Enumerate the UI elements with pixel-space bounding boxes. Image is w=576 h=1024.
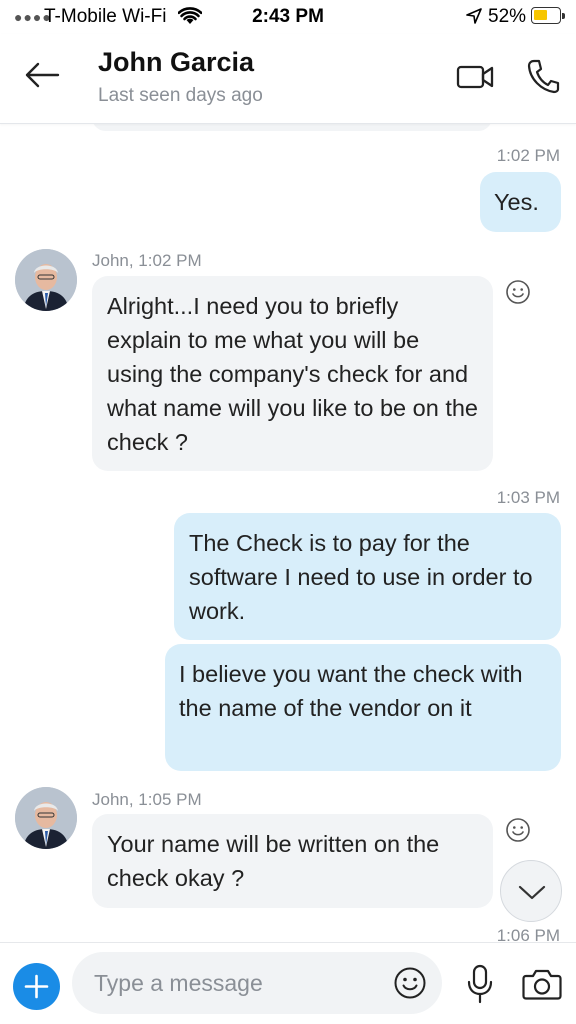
video-call-button[interactable] — [456, 62, 496, 92]
add-reaction-button[interactable] — [505, 279, 531, 305]
camera-button[interactable] — [522, 967, 562, 1001]
audio-call-button[interactable] — [526, 58, 560, 94]
scroll-to-bottom-button[interactable] — [500, 860, 562, 922]
message-timestamp: 1:02 PM — [496, 146, 560, 165]
plus-icon — [24, 974, 49, 999]
camera-icon — [522, 969, 562, 1000]
last-seen-status: Last seen days ago — [98, 85, 263, 106]
battery-icon — [531, 7, 565, 24]
contact-photo-icon — [15, 787, 77, 849]
message-bubble-partial — [92, 124, 492, 131]
message-timestamp: 1:03 PM — [496, 488, 560, 507]
avatar[interactable] — [15, 249, 77, 311]
smiley-icon — [506, 280, 530, 304]
message-input-container[interactable] — [72, 952, 442, 1014]
chat-header: John Garcia Last seen days ago — [0, 34, 576, 124]
message-bubble-outgoing[interactable]: Yes. — [480, 172, 561, 232]
message-composer — [0, 942, 576, 1024]
sender-name-time: John, 1:05 PM — [92, 790, 202, 809]
emoji-button[interactable] — [393, 966, 427, 1000]
back-arrow-icon — [25, 62, 60, 88]
battery-percent: 52% — [488, 6, 527, 27]
contact-name[interactable]: John Garcia — [98, 47, 254, 78]
phone-icon — [527, 59, 560, 94]
message-list[interactable]: 1:02 PM Yes. John, 1:02 PM Alright...I n… — [0, 124, 576, 942]
add-attachment-button[interactable] — [13, 963, 60, 1010]
chevron-down-icon — [518, 885, 546, 900]
message-bubble-outgoing[interactable]: I believe you want the check with the na… — [165, 644, 561, 771]
smiley-icon — [506, 818, 530, 842]
smiley-icon — [394, 967, 426, 999]
status-bar: ●●●● T-Mobile Wi-Fi 2:43 PM 52% — [0, 0, 576, 34]
avatar[interactable] — [15, 787, 77, 849]
voice-message-button[interactable] — [467, 964, 493, 1004]
add-reaction-button[interactable] — [505, 817, 531, 843]
message-timestamp: 1:06 PM — [496, 926, 560, 942]
message-input[interactable] — [94, 966, 384, 1000]
microphone-icon — [467, 964, 493, 1004]
location-arrow-icon — [466, 8, 482, 30]
message-bubble-incoming[interactable]: Your name will be written on the check o… — [92, 814, 493, 908]
video-camera-icon — [456, 65, 494, 89]
message-bubble-outgoing[interactable]: The Check is to pay for the software I n… — [174, 513, 561, 640]
message-bubble-incoming[interactable]: Alright...I need you to briefly explain … — [92, 276, 493, 471]
back-button[interactable] — [22, 60, 62, 90]
sender-name-time: John, 1:02 PM — [92, 251, 202, 270]
contact-photo-icon — [15, 249, 77, 311]
